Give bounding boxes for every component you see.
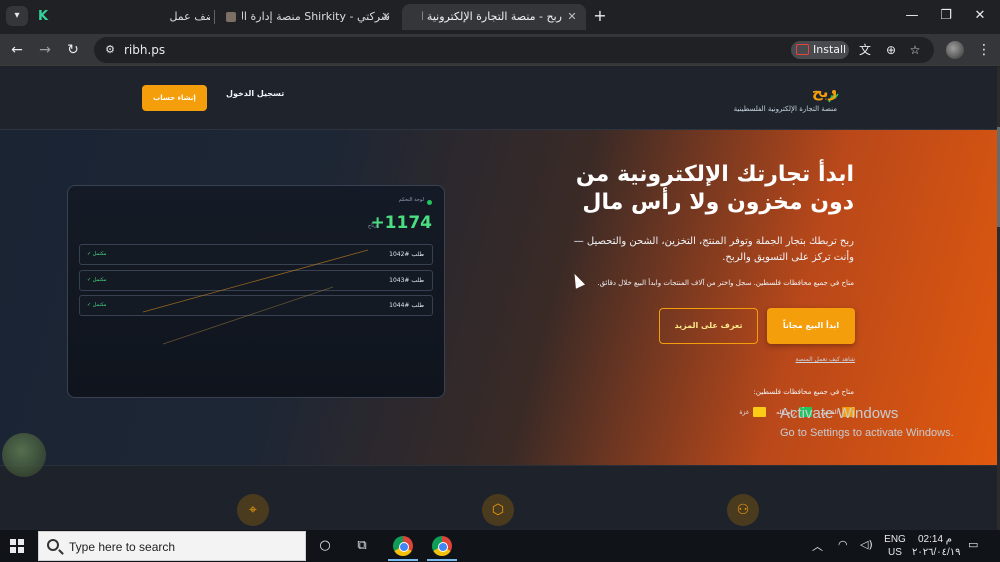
hero-title: ابدأ تجارتك الإلكترونية من دون مخزون ولا…	[575, 162, 854, 215]
hero-note: متاح في جميع محافظات فلسطين. سجل واختر م…	[597, 279, 854, 287]
new-tab-button[interactable]: +	[592, 6, 608, 26]
taskbar-search-placeholder: Type here to search	[69, 540, 176, 554]
url-text[interactable]: ribh.ps	[124, 37, 165, 63]
tab-shirkity[interactable]: شركتي - Shirkity منصة إدارة الشر ✕	[218, 4, 398, 30]
brand-name: ربح	[811, 83, 837, 101]
install-icon	[796, 44, 809, 55]
address-bar[interactable]: ⚙ ribh.ps Install 文 ⊕ ☆	[94, 37, 934, 63]
windows-taskbar: Type here to search ○ ⧉ ︿ ◠ ◁) ENG US 02…	[0, 530, 1000, 562]
task-view-icon[interactable]: ⧉	[351, 535, 373, 557]
login-link[interactable]: تسجيل الدخول	[226, 89, 284, 98]
zoom-icon[interactable]: ⊕	[882, 41, 900, 59]
tab-separator	[214, 10, 215, 24]
notifications-icon[interactable]: ▭	[968, 538, 978, 551]
map-pin-icon: ⌖	[237, 494, 269, 526]
maximize-button[interactable]: ❐	[930, 0, 962, 32]
dashboard-preview: لوحة التحكم +1174 أرباح طلب #1042 ✓ مكتم…	[67, 185, 445, 398]
app-running-indicator	[388, 559, 418, 561]
tab-close-icon[interactable]: ✕	[378, 4, 394, 30]
volume-icon[interactable]: ◁)	[860, 538, 873, 551]
tab-title: شركتي - Shirkity منصة إدارة الشر	[242, 10, 390, 23]
translate-icon[interactable]: 文	[856, 41, 874, 59]
chrome-icon[interactable]	[432, 536, 452, 556]
input-language[interactable]: ENG US	[882, 533, 908, 559]
activate-title: Activate Windows	[780, 405, 899, 422]
browser-toolbar: ← → ↻ ⚙ ribh.ps Install 文 ⊕ ☆ ⋮	[0, 34, 1000, 66]
tab-favicon: K	[38, 9, 49, 24]
tab-close-icon[interactable]: ✕	[564, 4, 580, 30]
area-item: غزة	[730, 407, 766, 418]
chrome-icon[interactable]	[393, 536, 413, 556]
signup-button[interactable]: إنشاء حساب	[142, 85, 207, 111]
demo-link[interactable]: شاهد كيف تعمل المنصة	[795, 356, 855, 363]
site-info-icon[interactable]: ⚙	[102, 42, 118, 58]
tab-search-button[interactable]: ▾	[6, 6, 28, 26]
area-swatch	[753, 407, 766, 417]
search-icon	[47, 539, 59, 551]
tab-title: ربح - منصة التجارة الإلكترونية الذكية	[422, 10, 562, 23]
lang-top: ENG	[884, 534, 906, 545]
learn-more-button[interactable]: تعرف على المزيد	[659, 308, 758, 344]
browser-tab-strip: ▾ K أضف عمل ✕ شركتي - Shirkity منصة إدار…	[0, 0, 1000, 34]
users-icon: ⚇	[727, 494, 759, 526]
profile-avatar[interactable]	[946, 41, 964, 59]
windows-start-icon[interactable]	[10, 539, 24, 553]
clock-date: ٢٠٢٦/٠٤/١٩	[912, 547, 961, 558]
install-app-button[interactable]: Install	[791, 41, 849, 59]
tab-ribh[interactable]: ربح - منصة التجارة الإلكترونية الذكية ✕	[402, 4, 586, 30]
reload-button[interactable]: ↻	[62, 39, 84, 61]
app-running-indicator	[427, 559, 457, 561]
lang-bottom: US	[888, 547, 902, 558]
activate-subtitle: Go to Settings to activate Windows.	[780, 427, 954, 439]
close-button[interactable]: ✕	[964, 0, 996, 32]
activate-windows-watermark: Activate Windows Go to Settings to activ…	[780, 405, 954, 441]
back-button[interactable]: ←	[6, 39, 28, 61]
clock[interactable]: 02:14 م ٢٠٢٦/٠٤/١٩	[912, 533, 961, 559]
clock-time: 02:14 م	[917, 534, 952, 545]
network-icon[interactable]: ◠	[838, 538, 848, 551]
bookmark-star-icon[interactable]: ☆	[906, 41, 924, 59]
hero-description: ربح تربطك بتجار الجملة وتوفر المنتج، الت…	[573, 236, 854, 263]
tab-favicon	[226, 12, 236, 22]
desktop-gadget	[2, 433, 46, 477]
browser-menu-icon[interactable]: ⋮	[976, 39, 992, 61]
cortana-icon[interactable]: ○	[314, 535, 336, 557]
features-section: ⌖ ⬡ ⚇	[0, 465, 997, 530]
site-header: ربح منصة التجارة الإلكترونية الفلسطينية …	[0, 67, 997, 130]
brand-tagline: منصة التجارة الإلكترونية الفلسطينية	[733, 105, 837, 113]
box-icon: ⬡	[482, 494, 514, 526]
page-viewport: ربح منصة التجارة الإلكترونية الفلسطينية …	[0, 67, 997, 530]
tab-add-work[interactable]: K أضف عمل ✕	[30, 4, 210, 30]
area-label: غزة	[739, 409, 749, 416]
minimize-button[interactable]: —	[896, 0, 928, 32]
tray-overflow-icon[interactable]: ︿	[812, 538, 823, 554]
start-selling-button[interactable]: ابدأ البيع مجاناً	[767, 308, 855, 344]
taskbar-search-box[interactable]: Type here to search	[38, 531, 306, 561]
forward-button[interactable]: →	[34, 39, 56, 61]
areas-title: متاح في جميع محافظات فلسطين:	[753, 388, 854, 396]
tab-title: أضف عمل	[169, 10, 210, 23]
brand[interactable]: ربح منصة التجارة الإلكترونية الفلسطينية	[734, 83, 837, 114]
dashboard-decoration	[142, 249, 369, 345]
install-label: Install	[813, 43, 847, 56]
